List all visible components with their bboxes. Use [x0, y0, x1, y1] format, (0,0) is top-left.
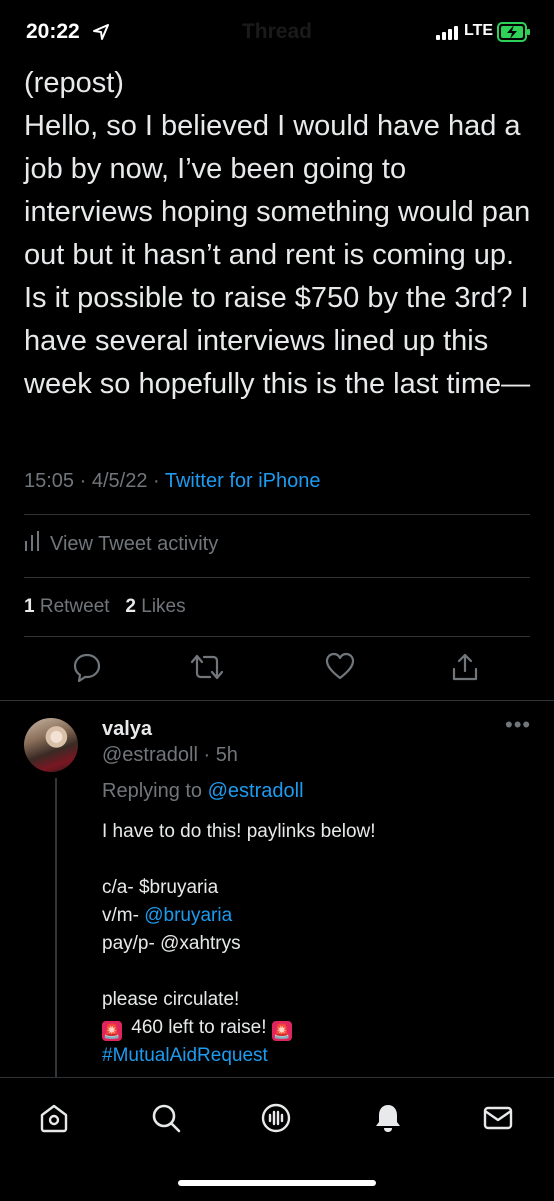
engagement-counts: 1 Retweet 2 Likes	[24, 596, 186, 618]
tweet-meta: 15:05 · 4/5/22 · Twitter for iPhone	[24, 470, 321, 492]
retweet-icon[interactable]	[190, 652, 224, 687]
siren-icon: 🚨	[102, 1021, 122, 1041]
tweet-date: 4/5/22	[91, 470, 148, 492]
reply-age: 5h	[215, 744, 238, 766]
tweet-text-line: Hello, so I believed I would have had a …	[24, 110, 531, 400]
home-icon[interactable]	[38, 1102, 70, 1139]
network-type: LTE	[464, 22, 494, 39]
reply-line: pay/p- @xahtrys	[102, 933, 241, 954]
share-icon[interactable]	[451, 652, 479, 687]
tweet-text: (repost) Hello, so I believed I would ha…	[24, 62, 534, 406]
tweet-text-line: (repost)	[24, 67, 124, 99]
reply-text: I have to do this! paylinks below! c/a- …	[102, 818, 522, 1070]
hashtag-link[interactable]: #MutualAidRequest	[102, 1045, 268, 1066]
reply-author-name[interactable]: valya	[102, 718, 152, 741]
spaces-icon[interactable]	[260, 1102, 292, 1139]
reply-line: #MutualAidRequest	[102, 1042, 522, 1070]
thread-line	[55, 778, 57, 1078]
notifications-icon[interactable]	[372, 1102, 404, 1139]
divider	[24, 514, 530, 515]
retweet-count-link[interactable]: 1 Retweet	[24, 596, 110, 617]
siren-icon: 🚨	[271, 1021, 292, 1041]
reply-icon[interactable]	[72, 652, 102, 687]
view-tweet-activity-label: View Tweet activity	[50, 532, 219, 555]
more-icon[interactable]: •••	[505, 712, 531, 738]
view-tweet-activity[interactable]: View Tweet activity	[24, 531, 218, 557]
like-icon[interactable]	[325, 652, 355, 685]
mention-link[interactable]: @bruyaria	[144, 905, 232, 926]
messages-icon[interactable]	[482, 1102, 514, 1139]
replying-to: Replying to @estradoll	[102, 780, 304, 802]
reply-line: please circulate!	[102, 989, 240, 1010]
like-count-link[interactable]: 2 Likes	[125, 596, 185, 617]
tweet-time: 15:05	[24, 470, 75, 492]
search-icon[interactable]	[150, 1102, 182, 1139]
battery-charging-icon	[497, 22, 531, 47]
avatar[interactable]	[24, 718, 78, 772]
reply-line: I have to do this! paylinks below!	[102, 821, 376, 842]
signal-icon	[436, 26, 460, 45]
divider	[24, 577, 530, 578]
bar-chart-icon	[24, 531, 40, 557]
home-indicator[interactable]	[178, 1180, 376, 1186]
tweet-source-link[interactable]: Twitter for iPhone	[165, 470, 321, 492]
reply-author-handle: @estradoll · 5h	[102, 744, 238, 766]
reply-line: 🚨 460 left to raise! 🚨	[102, 1017, 292, 1041]
reply-line: v/m- @bruyaria	[102, 905, 233, 926]
reply-line: c/a- $bruyaria	[102, 877, 219, 898]
divider	[24, 636, 530, 637]
status-bar: 20:22 Thread LTE	[0, 0, 554, 64]
tweet-actions	[0, 652, 554, 686]
divider	[0, 700, 554, 701]
replying-to-handle[interactable]: @estradoll	[208, 780, 304, 802]
